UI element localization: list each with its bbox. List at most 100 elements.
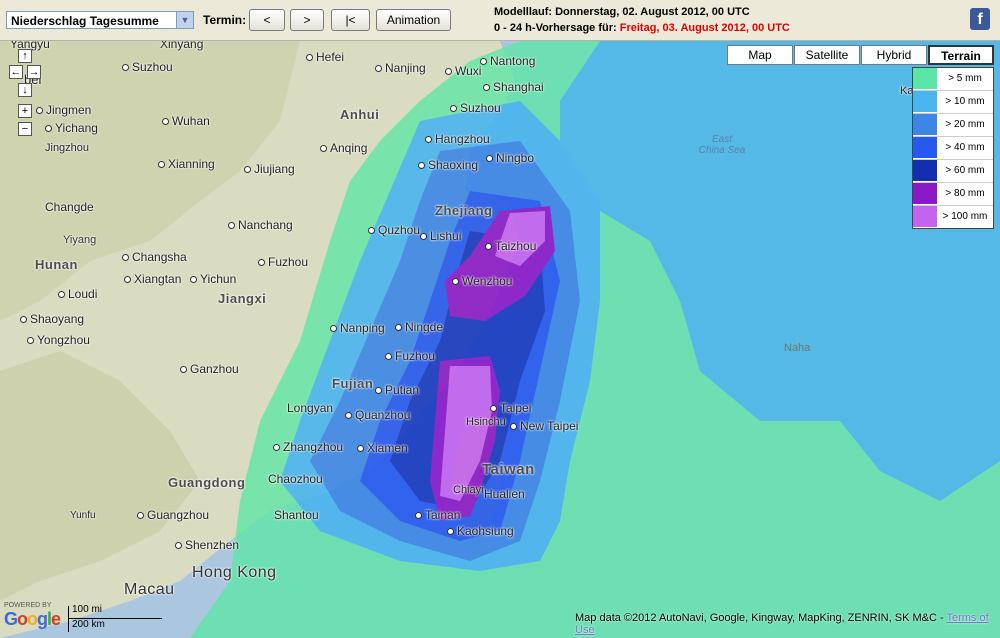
legend-row: > 40 mm [913,137,993,160]
city-label-quzhou: Quzhou [368,223,420,237]
powered-by-text: POWERED BY [4,602,52,609]
city-label-shenzhen: Shenzhen [175,538,239,552]
city-label-xianning: Xianning [158,157,215,171]
city-label-quanzhou: Quanzhou [345,408,410,422]
city-label-shaoyang: Shaoyang [20,312,84,326]
city-label-suzhou-jiangsu: Suzhou [450,101,501,115]
city-label-nanchang: Nanchang [228,218,293,232]
province-label-taiwan: Taiwan [482,461,535,478]
province-label-guangdong: Guangdong [168,475,246,490]
legend-swatch [913,68,937,89]
map-type-hybrid[interactable]: Hybrid [861,45,927,65]
map-type-terrain[interactable]: Terrain [928,45,994,65]
legend-label: > 80 mm [945,188,985,199]
city-label-xiangtan: Xiangtan [124,272,181,286]
forecast-text: 0 - 24 h-Vorhersage für: Freitag, 03. Au… [494,22,790,34]
city-label-loudi: Loudi [58,287,97,301]
toolbar: Niederschlag Tagesumme ▼ Termin: < > |< … [0,0,1000,41]
city-label-shantou: Shantou [274,508,319,522]
forecast-date: Freitag, 03. August 2012, 00 UTC [619,22,790,34]
prev-button[interactable]: < [249,9,285,31]
legend-row: > 100 mm [913,206,993,228]
attribution-text: Map data ©2012 AutoNavi, Google, Kingway… [575,612,944,624]
city-label-chiayi: Chiayi [453,484,484,496]
pan-up-icon[interactable]: ↑ [18,49,32,63]
zoom-out-icon[interactable]: − [18,122,32,136]
legend-label: > 40 mm [945,142,985,153]
city-label-guangzhou: Guangzhou [137,508,209,522]
city-label-suzhou-anhui: Suzhou [122,60,173,74]
city-label-hsinchu: Hsinchu [466,416,506,428]
scale-bar: 100 mi 200 km [68,604,162,634]
province-label-hunan: Hunan [35,257,78,272]
city-label-changsha: Changsha [122,250,187,264]
city-label-jingzhou: Jingzhou [45,142,90,154]
city-label-anqing: Anqing [320,141,367,155]
city-label-xinyang: Xinyang [160,41,204,51]
city-label-nantong: Nantong [480,54,535,68]
next-button[interactable]: > [290,9,324,31]
animation-button[interactable]: Animation [376,9,451,31]
city-label-jiujiang: Jiujiang [244,162,295,176]
city-label-naha: Naha [784,342,811,354]
map-type-satellite[interactable]: Satellite [794,45,860,65]
legend-swatch [913,160,937,181]
city-label-ningbo: Ningbo [486,151,534,165]
city-label-yiyang: Yiyang [63,234,97,246]
scale-miles: 100 mi [72,604,103,615]
map-attribution: Map data ©2012 AutoNavi, Google, Kingway… [575,612,1000,636]
pan-right-icon[interactable]: → [27,65,41,79]
city-label-hualien: Hualien [484,487,525,501]
model-run-text: Modelllauf: Donnerstag, 02. August 2012,… [494,6,750,18]
city-label-hefei: Hefei [306,50,344,64]
city-label-new-taipei: New Taipei [510,419,578,433]
map-type-map[interactable]: Map [727,45,793,65]
city-label-wenzhou: Wenzhou [452,274,512,288]
city-label-zhangzhou: Zhangzhou [273,440,343,454]
first-button[interactable]: |< [331,9,370,31]
legend-swatch [913,114,937,135]
legend-label: > 60 mm [945,165,985,176]
city-label-longyan: Longyan [287,401,334,415]
legend-swatch [913,137,937,158]
city-label-ganzhou: Ganzhou [180,362,239,376]
city-label-yichang: Yichang [45,121,98,135]
scale-km: 200 km [72,619,105,630]
termin-label: Termin: [203,13,247,27]
chevron-down-icon[interactable]: ▼ [176,12,193,28]
forecast-prefix: 0 - 24 h-Vorhersage für: [494,22,617,34]
city-label-lishui: Lishui [420,229,461,243]
city-label-macau: Macau [124,581,175,598]
city-label-nanping: Nanping [330,321,385,335]
city-label-yichun: Yichun [190,272,236,286]
city-label-taizhou: Taizhou [485,239,536,253]
city-label-taipei: Taipei [490,401,531,415]
legend-swatch [913,91,937,112]
city-label-nanjing: Nanjing [375,61,426,75]
map-base [0,41,1000,638]
map-canvas[interactable]: Anhui Zhejiang Hunan Jiangxi Fujian Guan… [0,41,1000,638]
city-label-shaoxing: Shaoxing [418,158,478,172]
legend-label: > 5 mm [948,73,982,84]
city-label-putian: Putian [375,383,419,397]
google-logo[interactable]: POWERED BY Google [4,602,61,630]
legend-label: > 100 mm [942,211,988,222]
city-label-xiamen: Xiamen [357,441,408,455]
facebook-icon[interactable]: f [970,8,990,30]
province-label-zhejiang: Zhejiang [435,203,493,218]
province-label-jiangxi: Jiangxi [218,291,267,306]
legend-row: > 20 mm [913,114,993,137]
pan-left-icon[interactable]: ← [9,65,23,79]
legend-swatch [913,183,937,204]
product-select[interactable]: Niederschlag Tagesumme ▼ [6,11,194,29]
zoom-in-icon[interactable]: + [18,104,32,118]
precipitation-legend: > 5 mm > 10 mm > 20 mm > 40 mm > 60 mm > 80 m… [912,67,994,229]
pan-down-icon[interactable]: ↓ [18,83,32,97]
city-label-hong-kong: Hong Kong [192,564,277,581]
city-label-chaozhou: Chaozhou [268,472,323,486]
city-label-kaohsiung: Kaohsiung [447,524,514,538]
city-label-wuhan: Wuhan [162,114,210,128]
legend-swatch [913,206,937,227]
city-label-changde: Changde [45,200,94,214]
city-label-wuxi: Wuxi [445,64,481,78]
